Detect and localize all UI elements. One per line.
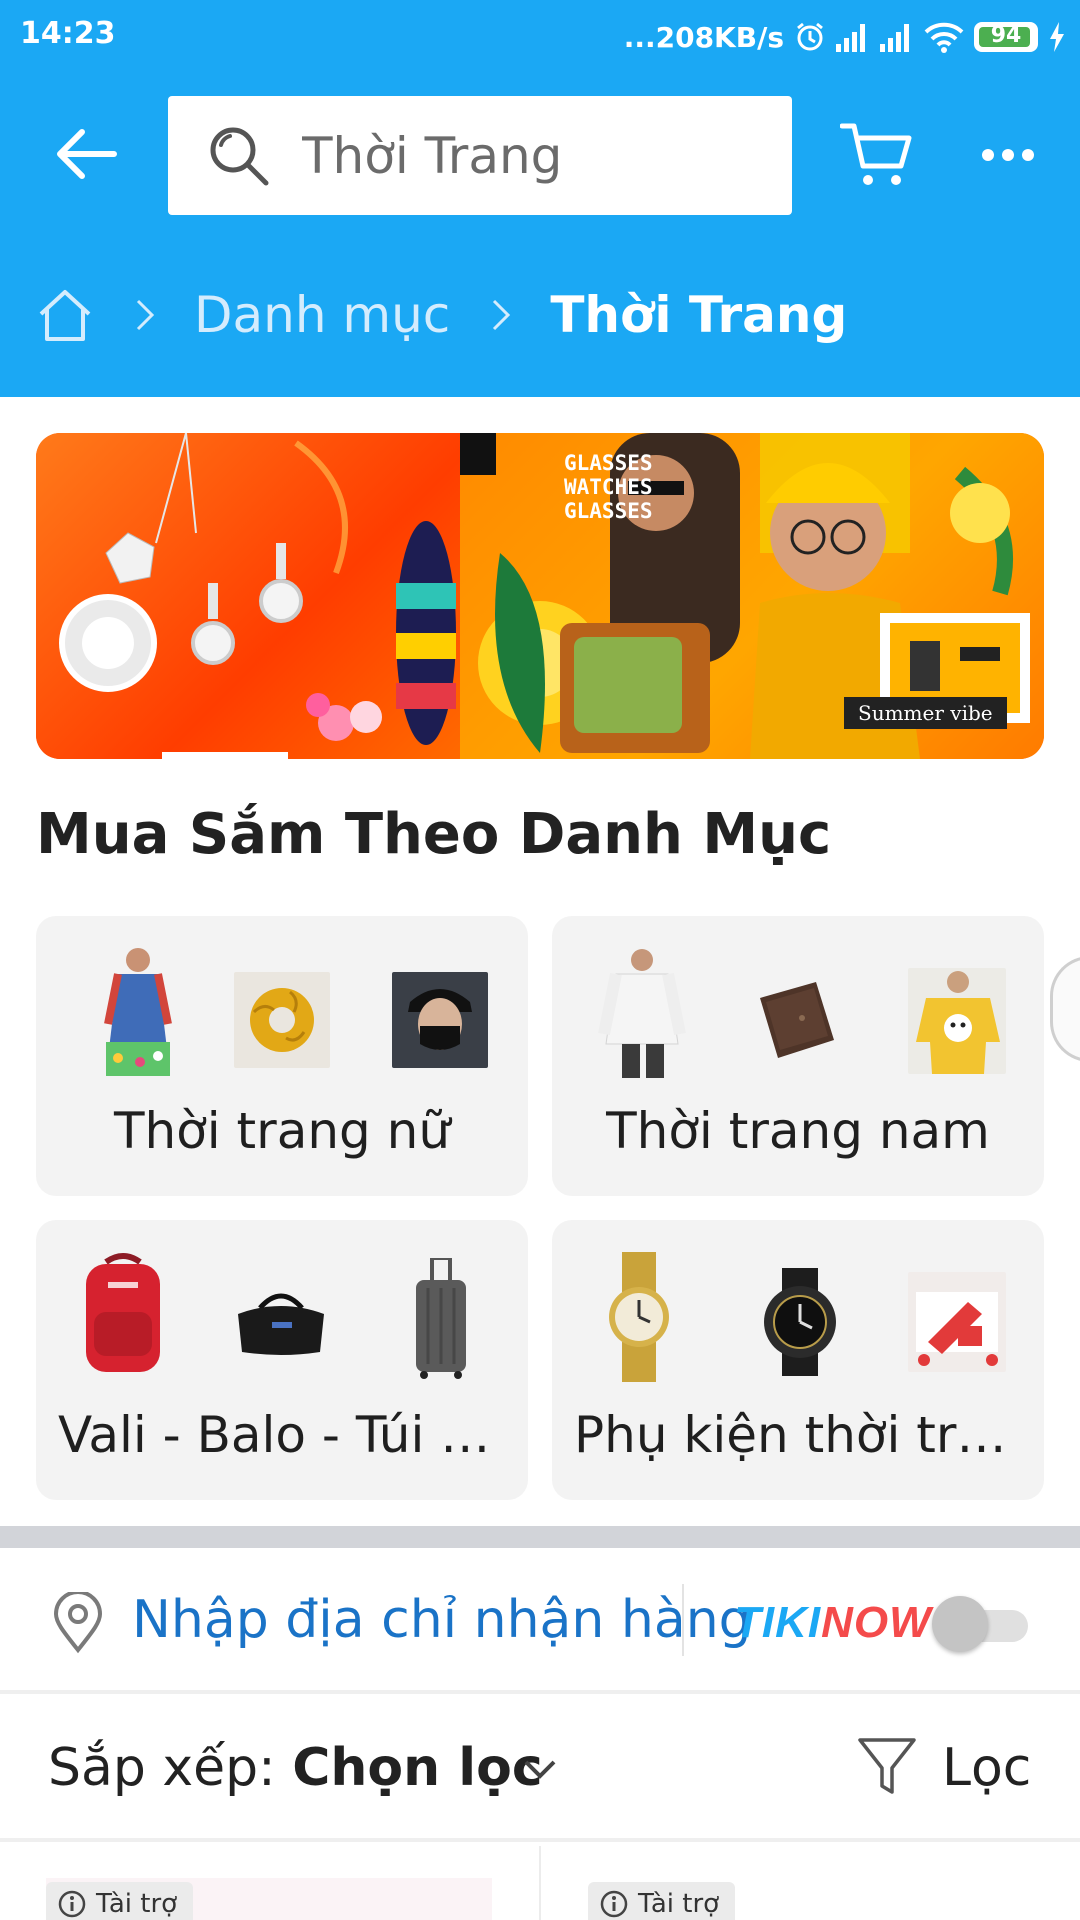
signal-icon-2 [880,24,909,52]
delivery-location-row: Nhập địa chỉ nhận hàng TIKINOW [0,1548,1080,1694]
breadcrumb-item-category[interactable]: Danh mục [194,286,450,344]
chevron-down-icon[interactable] [520,1754,560,1786]
sort-value: Chọn lọc [292,1738,543,1798]
category-thumbnails [36,1253,528,1386]
category-thumbnails [36,948,528,1082]
sport-watch-thumbnail [764,1268,836,1376]
charging-icon [1050,22,1064,52]
sponsored-badge: Tài trợ [588,1882,736,1920]
info-icon [600,1890,628,1918]
breadcrumb: Danh mục Thời Trang [36,270,847,360]
banner-headline: GLASSES WATCHES GLASSES [564,451,653,523]
banner-page-indicator [162,752,288,759]
filter-icon[interactable] [856,1734,918,1798]
category-thumbnails [552,949,1044,1082]
chevron-right-icon [493,299,511,331]
chevron-right-icon [136,299,155,331]
sponsored-label: Tài trợ [96,1889,178,1919]
alarm-icon [797,22,823,51]
section-title: Mua Sắm Theo Danh Mục [36,802,832,867]
duffel-bag-thumbnail [238,1293,324,1355]
backpack-thumbnail [86,1253,160,1372]
battery-level: 94 [990,23,1022,48]
tikinow-toggle[interactable] [932,1596,1028,1652]
sort-label: Sắp xếp: [48,1738,293,1798]
dress-thumbnail [104,948,172,1076]
gold-watch-thumbnail [609,1252,669,1382]
scrunchie-thumbnail [234,972,330,1068]
category-label: Thời trang nữ [113,1102,451,1160]
location-pin-icon [53,1592,103,1654]
jewelry-illustration [59,433,456,745]
sort-filter-bar: Sắp xếp: Chọn lọc Lọc [0,1694,1080,1842]
banner-tag: Summer vibe [844,697,1007,729]
cart-icon[interactable] [840,118,912,190]
breadcrumb-item-current: Thời Trang [550,286,848,344]
filter-button[interactable]: Lọc [942,1738,1031,1798]
category-card-men[interactable]: Thời trang nam [552,916,1044,1196]
category-label: Thời trang nam [606,1102,990,1160]
address-input-link[interactable]: Nhập địa chỉ nhận hàng [132,1590,752,1650]
product-card[interactable]: Tài trợ [588,1878,1034,1920]
section-divider [0,1526,1080,1548]
top-header: 14:23 ...208KB/s 94 Thời Trang Danh mục … [0,0,1080,397]
shirt-thumbnail [598,949,686,1078]
yellow-shirt-thumbnail [908,968,1006,1074]
status-icons: ...208KB/s 94 [624,14,1066,60]
category-thumbnails [552,1252,1044,1386]
search-bar[interactable] [168,96,792,215]
wallet-thumbnail [760,982,834,1058]
next-category-peek[interactable] [1050,956,1080,1062]
category-card-accessories[interactable]: Phụ kiện thời trang [552,1220,1044,1500]
vertical-divider [682,1584,684,1656]
battery-icon: 94 [974,22,1038,52]
suitcase-thumbnail [416,1258,466,1379]
status-bar: 14:23 ...208KB/s 94 [0,0,1080,76]
product-card[interactable]: Tài trợ [46,1878,492,1920]
product-photo-thumbnail [908,1272,1006,1372]
tikinow-logo-tiki: TIKI [734,1598,822,1647]
sort-dropdown[interactable]: Sắp xếp: Chọn lọc [48,1738,543,1798]
status-time: 14:23 [20,16,116,51]
search-icon [210,127,269,185]
signal-icon [836,24,865,52]
wifi-icon [924,22,964,53]
sponsored-label: Tài trợ [638,1889,720,1919]
banner-jewelry-panel [36,433,460,759]
category-label: Phụ kiện thời trang [574,1406,1044,1464]
sponsored-badge: Tài trợ [46,1882,194,1920]
tikinow-logo-now: NOW [821,1598,932,1647]
more-icon[interactable] [980,140,1036,170]
network-speed: ...208KB/s [623,20,784,54]
promo-banner[interactable]: GLASSES WATCHES GLASSES Summer vibe [36,433,1044,759]
info-icon [58,1890,86,1918]
category-card-women[interactable]: Thời trang nữ [36,916,528,1196]
category-card-bags[interactable]: Vali - Balo - Túi xách [36,1220,528,1500]
search-input[interactable] [302,126,742,185]
face-mask-thumbnail [392,972,488,1068]
home-icon[interactable] [36,286,94,344]
toggle-knob [932,1596,988,1652]
product-grid-divider [539,1846,541,1920]
back-arrow-icon[interactable] [50,124,120,184]
tikinow-logo: TIKINOW [734,1598,932,1648]
category-label: Vali - Balo - Túi xách [58,1406,528,1464]
